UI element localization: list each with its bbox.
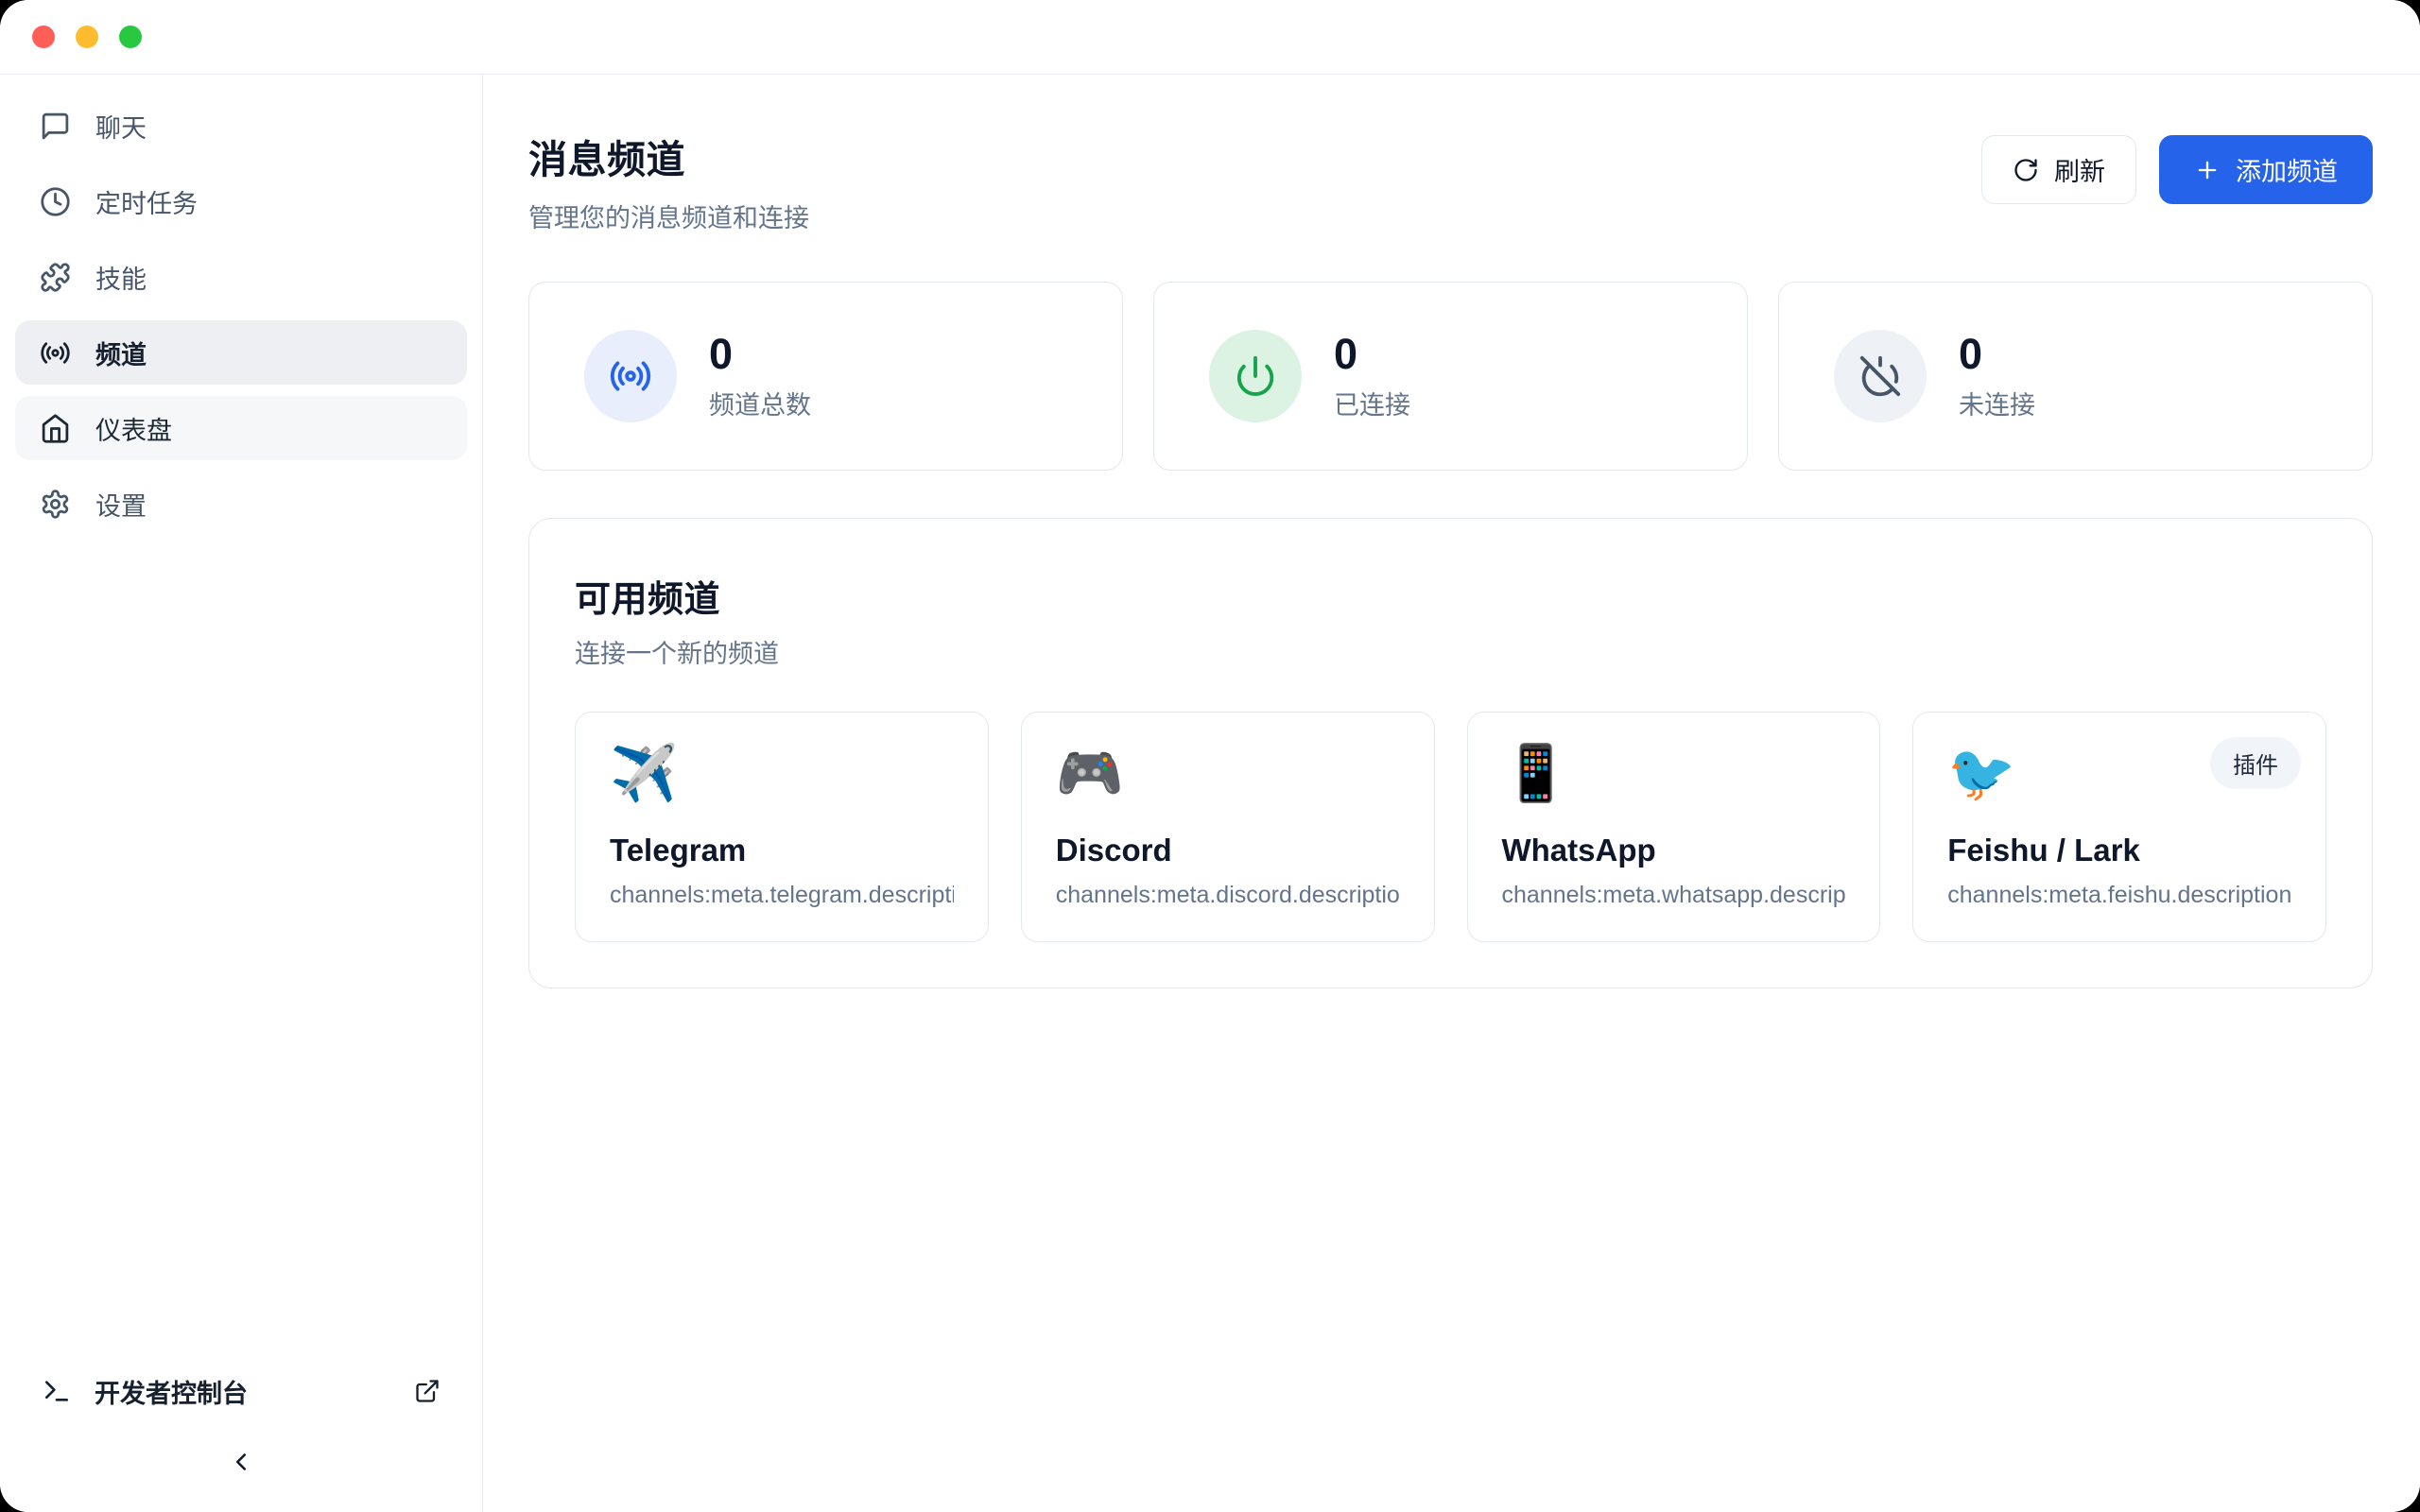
sidebar-item-channels[interactable]: 频道 xyxy=(15,320,467,385)
app-window: 聊天 定时任务 技能 频道 仪表盘 设置 开发者控制台 xyxy=(0,0,2420,1512)
sidebar: 聊天 定时任务 技能 频道 仪表盘 设置 开发者控制台 xyxy=(0,75,483,1512)
sidebar-item-dashboard[interactable]: 仪表盘 xyxy=(15,396,467,460)
channel-description: channels:meta.feishu.description xyxy=(1947,881,2291,909)
sidebar-item-label: 设置 xyxy=(95,486,147,523)
sidebar-item-label: 仪表盘 xyxy=(95,410,172,447)
stat-card: 0 未连接 xyxy=(1778,282,2373,471)
stat-label: 未连接 xyxy=(1959,385,2035,421)
channel-description: channels:meta.discord.description xyxy=(1056,881,1400,909)
sidebar-item-settings[interactable]: 设置 xyxy=(15,472,467,536)
stat-value: 0 xyxy=(1334,331,1410,378)
gear-icon xyxy=(40,489,71,520)
page-title-block: 消息频道 管理您的消息频道和连接 xyxy=(528,128,809,234)
channel-name: WhatsApp xyxy=(1502,832,1846,869)
stat-value: 0 xyxy=(1959,331,2035,378)
window-content: 聊天 定时任务 技能 频道 仪表盘 设置 开发者控制台 xyxy=(0,75,2420,1512)
chat-bubble-icon xyxy=(40,111,71,142)
available-channels-subtitle: 连接一个新的频道 xyxy=(575,633,2326,670)
sidebar-item-tasks[interactable]: 定时任务 xyxy=(15,169,467,233)
stat-card: 0 已连接 xyxy=(1153,282,1748,471)
stat-label: 频道总数 xyxy=(709,385,811,421)
sidebar-item-chat[interactable]: 聊天 xyxy=(15,94,467,158)
channel-card-whatsapp[interactable]: 📱 WhatsApp channels:meta.whatsapp.descri… xyxy=(1467,712,1881,942)
header-actions: 刷新 添加频道 xyxy=(1981,135,2373,204)
sidebar-item-label: 定时任务 xyxy=(95,183,198,220)
collapse-sidebar-button[interactable] xyxy=(227,1448,255,1476)
power-icon xyxy=(1234,354,1277,398)
channel-description: channels:meta.telegram.description xyxy=(610,881,954,909)
stat-value: 0 xyxy=(709,331,811,378)
channel-card-feishu[interactable]: 插件 🐦 Feishu / Lark channels:meta.feishu.… xyxy=(1912,712,2326,942)
sidebar-item-label: 技能 xyxy=(95,259,147,296)
channel-name: Feishu / Lark xyxy=(1947,832,2291,869)
available-channels-panel: 可用频道 连接一个新的频道 ✈️ Telegram channels:meta.… xyxy=(528,518,2373,988)
sidebar-item-label: 频道 xyxy=(95,335,147,371)
channel-emoji: ✈️ xyxy=(610,747,954,801)
add-channel-button[interactable]: 添加频道 xyxy=(2159,135,2373,204)
channel-description: channels:meta.whatsapp.description xyxy=(1502,881,1846,909)
stat-icon-circle xyxy=(1209,330,1302,422)
terminal-icon xyxy=(42,1376,72,1406)
power-off-icon xyxy=(1858,354,1902,398)
add-channel-label: 添加频道 xyxy=(2236,151,2338,188)
clock-icon xyxy=(40,186,71,217)
channel-grid: ✈️ Telegram channels:meta.telegram.descr… xyxy=(575,712,2326,942)
stat-icon-circle xyxy=(584,330,677,422)
broadcast-icon xyxy=(40,337,71,369)
stat-icon-circle xyxy=(1834,330,1927,422)
stats-row: 0 频道总数 0 已连接 0 未连接 xyxy=(528,282,2373,471)
broadcast-icon xyxy=(609,354,652,398)
channel-name: Telegram xyxy=(610,832,954,869)
channel-emoji: 📱 xyxy=(1502,747,1846,801)
stat-label: 已连接 xyxy=(1334,385,1410,421)
main-content: 消息频道 管理您的消息频道和连接 刷新 添加频道 xyxy=(483,75,2420,1512)
home-icon xyxy=(40,413,71,444)
close-window-button[interactable] xyxy=(32,26,55,48)
puzzle-icon xyxy=(40,262,71,293)
stat-card: 0 频道总数 xyxy=(528,282,1123,471)
page-subtitle: 管理您的消息频道和连接 xyxy=(528,198,809,234)
developer-console-label: 开发者控制台 xyxy=(95,1373,414,1410)
developer-console-link[interactable]: 开发者控制台 xyxy=(15,1359,467,1423)
refresh-button[interactable]: 刷新 xyxy=(1981,135,2136,204)
refresh-label: 刷新 xyxy=(2054,151,2105,188)
plugin-badge: 插件 xyxy=(2210,737,2301,789)
channel-card-telegram[interactable]: ✈️ Telegram channels:meta.telegram.descr… xyxy=(575,712,989,942)
titlebar xyxy=(0,0,2420,75)
available-channels-title: 可用频道 xyxy=(575,570,2326,622)
page-header: 消息频道 管理您的消息频道和连接 刷新 添加频道 xyxy=(528,128,2373,234)
channel-name: Discord xyxy=(1056,832,1400,869)
sidebar-item-skills[interactable]: 技能 xyxy=(15,245,467,309)
refresh-icon xyxy=(2013,157,2039,183)
plus-icon xyxy=(2194,157,2221,183)
collapse-row xyxy=(0,1448,482,1476)
page-title: 消息频道 xyxy=(528,128,809,184)
sidebar-nav: 聊天 定时任务 技能 频道 仪表盘 设置 xyxy=(0,75,482,536)
external-link-icon xyxy=(414,1378,441,1404)
zoom-window-button[interactable] xyxy=(119,26,142,48)
sidebar-item-label: 聊天 xyxy=(95,108,147,145)
sidebar-spacer xyxy=(0,536,482,1359)
channel-card-discord[interactable]: 🎮 Discord channels:meta.discord.descript… xyxy=(1021,712,1435,942)
channel-emoji: 🎮 xyxy=(1056,747,1400,801)
minimize-window-button[interactable] xyxy=(76,26,98,48)
